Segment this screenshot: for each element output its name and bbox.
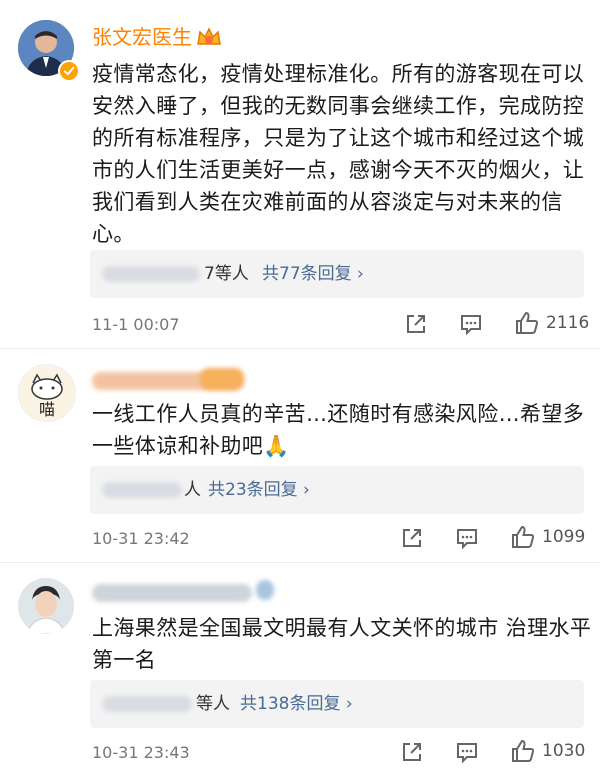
comment-button[interactable] <box>459 312 483 336</box>
badge-icon <box>200 368 244 390</box>
replier-names <box>102 266 200 282</box>
thumb-up-icon <box>516 311 539 334</box>
comment-text: 一线工作人员真的辛苦…还随时有感染风险…希望多一些体谅和补助吧🙏 <box>92 402 585 458</box>
reply-summary[interactable]: 等人 共138条回复 › <box>90 680 584 728</box>
comment-time: 10-31 23:42 <box>92 529 190 548</box>
comment-text: 上海果然是全国最文明最有人文关怀的城市 治理水平第一名 <box>92 616 592 672</box>
share-icon <box>403 743 421 761</box>
reply-count-link[interactable]: 共23条回复 › <box>208 478 310 502</box>
comment-button[interactable] <box>455 740 479 764</box>
comment-icon <box>461 315 481 336</box>
replier-names <box>102 482 182 498</box>
crown-badge-icon <box>196 26 222 54</box>
replier-names <box>102 696 192 712</box>
divider <box>0 562 600 563</box>
reply-suffix: 7等人 <box>204 264 249 284</box>
divider <box>0 348 600 349</box>
comment-icon <box>457 529 477 550</box>
like-button[interactable]: 1030 <box>510 738 585 764</box>
reply-summary[interactable]: 人 共23条回复 › <box>90 466 584 514</box>
comment-item: 喵 一线工作人员真的辛苦…还随时有感染风险…希望多一些体谅和补助吧🙏 人 共23… <box>0 350 600 560</box>
svg-text:喵: 喵 <box>39 400 55 419</box>
commenter-name[interactable] <box>92 584 252 602</box>
thumb-up-icon <box>512 739 535 762</box>
like-count: 1030 <box>542 741 586 761</box>
like-count: 1099 <box>542 527 586 547</box>
comment-text: 疫情常态化，疫情处理标准化。所有的游客现在可以安然入睡了，但我的无数同事会继续工… <box>92 62 585 246</box>
comment-item: 上海果然是全国最文明最有人文关怀的城市 治理水平第一名 等人 共138条回复 ›… <box>0 564 600 776</box>
commenter-name[interactable]: 张文宏医生 <box>92 24 192 50</box>
like-button[interactable]: 2116 <box>514 310 589 336</box>
avatar[interactable]: 喵 <box>18 364 76 422</box>
comment-time: 11-1 00:07 <box>92 315 180 334</box>
avatar[interactable] <box>18 578 74 634</box>
share-icon <box>403 529 421 547</box>
comment-icon <box>457 743 477 764</box>
comment-button[interactable] <box>455 526 479 550</box>
share-button[interactable] <box>404 312 428 336</box>
verified-badge-icon <box>58 60 80 82</box>
reply-summary[interactable]: 7等人 共77条回复 › <box>90 250 584 298</box>
comment-time: 10-31 23:43 <box>92 743 190 762</box>
comment-item: 张文宏医生 疫情常态化，疫情处理标准化。所有的游客现在可以安然入睡了，但我的无数… <box>0 0 600 340</box>
reply-count-link[interactable]: 共77条回复 › <box>262 262 364 286</box>
reply-suffix: 人 <box>184 480 201 500</box>
thumb-up-icon <box>512 525 535 548</box>
reply-count-link[interactable]: 共138条回复 › <box>240 692 353 716</box>
like-button[interactable]: 1099 <box>510 524 585 550</box>
share-button[interactable] <box>400 740 424 764</box>
like-count: 2116 <box>546 313 590 333</box>
share-icon <box>407 315 425 333</box>
share-button[interactable] <box>400 526 424 550</box>
badge-icon <box>256 580 274 600</box>
reply-suffix: 等人 <box>196 694 230 714</box>
